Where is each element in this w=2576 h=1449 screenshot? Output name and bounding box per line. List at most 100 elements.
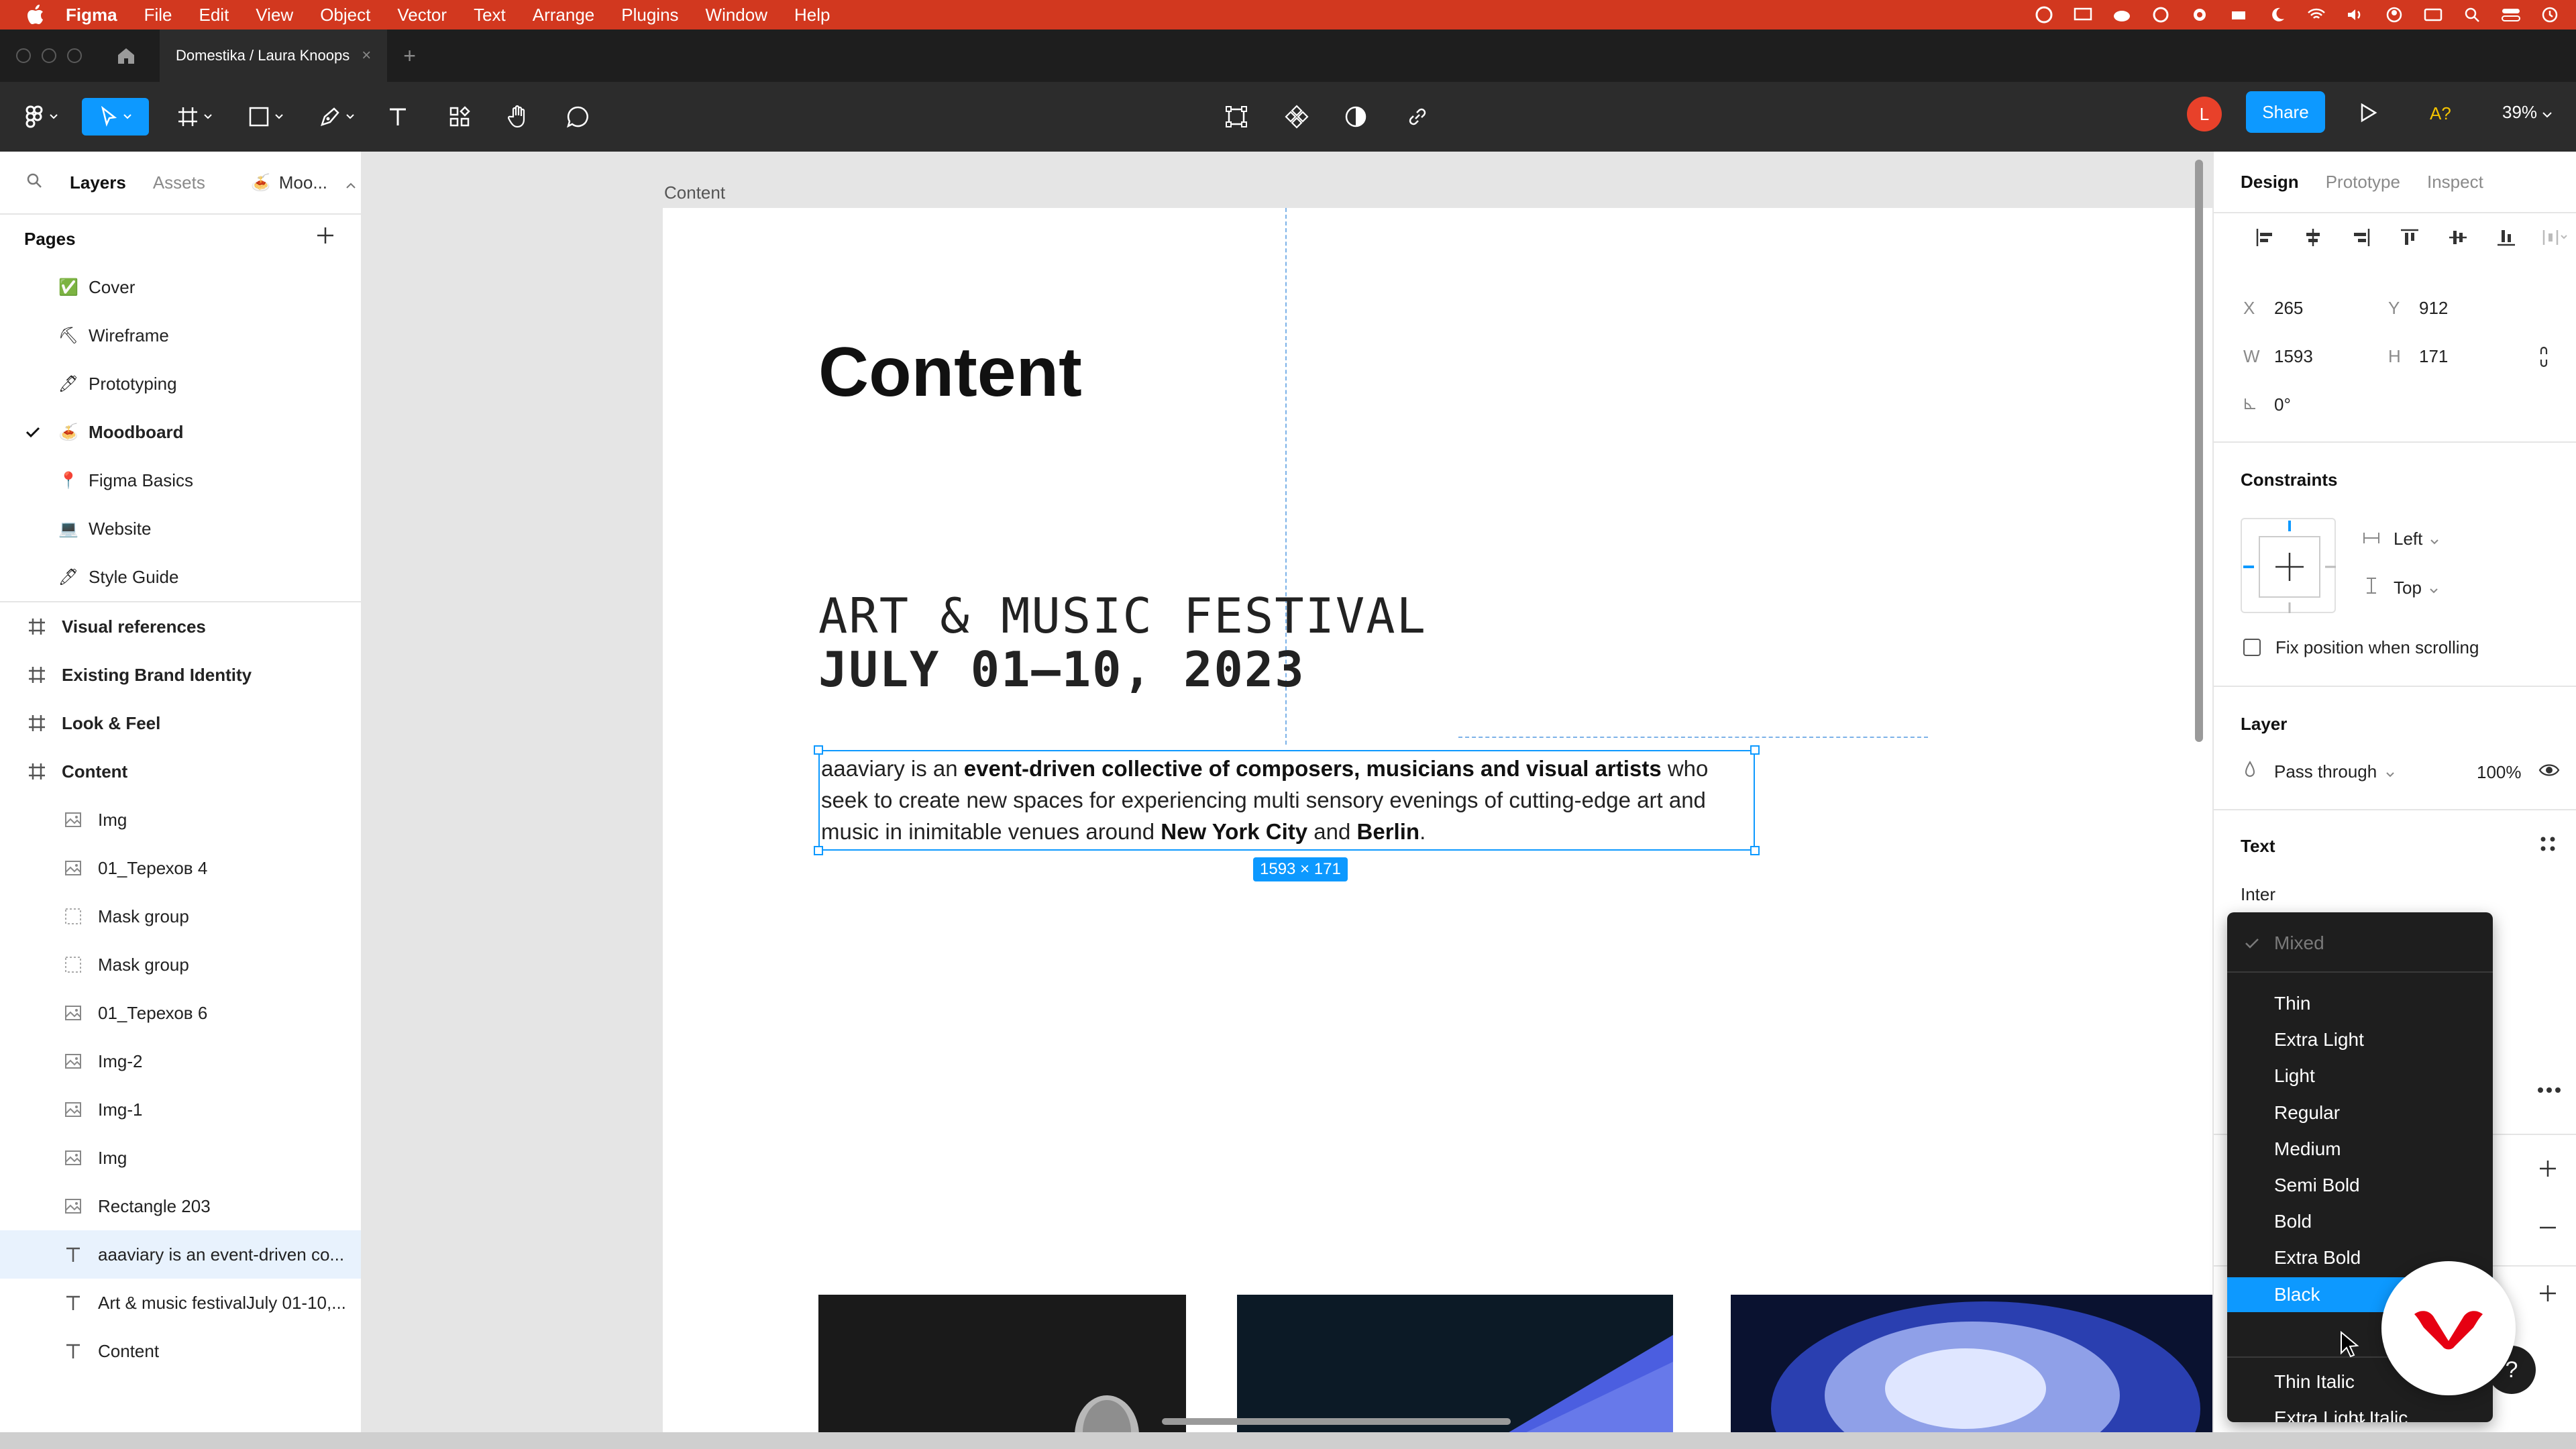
layer-item[interactable]: Content xyxy=(0,1327,361,1375)
apple-icon[interactable] xyxy=(25,5,46,25)
constraint-widget[interactable] xyxy=(2241,518,2336,613)
new-tab-button[interactable]: + xyxy=(403,44,416,68)
layer-item[interactable]: Art & music festivalJuly 01-10,... xyxy=(0,1279,361,1327)
layer-item[interactable]: Rectangle 203 xyxy=(0,1182,361,1230)
creative-cloud-icon[interactable] xyxy=(2034,5,2054,25)
printer-icon[interactable] xyxy=(2229,5,2249,25)
height-field[interactable]: H 171 xyxy=(2388,346,2448,367)
page-item[interactable]: 💻 Website xyxy=(0,504,361,553)
resize-handle[interactable] xyxy=(1750,846,1760,855)
layer-item[interactable]: Img xyxy=(0,1134,361,1182)
keyboard-icon[interactable] xyxy=(2423,5,2443,25)
font-check-indicator[interactable]: A? xyxy=(2430,103,2451,124)
horizontal-constraint-dropdown[interactable]: Left xyxy=(2363,529,2439,549)
align-bottom-icon[interactable] xyxy=(2482,219,2530,256)
weight-option[interactable]: Light xyxy=(2227,1059,2493,1093)
tab-layers[interactable]: Layers xyxy=(70,172,126,193)
resize-handle[interactable] xyxy=(1750,745,1760,755)
menu-window[interactable]: Window xyxy=(706,5,767,25)
more-options-icon[interactable] xyxy=(2537,1077,2561,1098)
layer-item[interactable]: 01_Терехов 4 xyxy=(0,844,361,892)
user-icon[interactable] xyxy=(2384,5,2404,25)
page-item[interactable]: ⛏ Wireframe xyxy=(0,311,361,360)
zoom-dropdown[interactable]: 39% xyxy=(2502,102,2552,123)
menu-figma[interactable]: Figma xyxy=(66,5,117,25)
layer-item[interactable]: Mask group xyxy=(0,892,361,941)
menu-arrange[interactable]: Arrange xyxy=(533,5,595,25)
volume-icon[interactable] xyxy=(2345,5,2365,25)
remove-fill-icon[interactable] xyxy=(2538,1218,2557,1242)
menu-vector[interactable]: Vector xyxy=(397,5,447,25)
document-tab[interactable]: Domestika / Laura Knoops × xyxy=(160,30,388,82)
align-middle-icon[interactable] xyxy=(2434,219,2482,256)
x-field[interactable]: X 265 xyxy=(2243,298,2303,319)
layer-item[interactable]: Look & Feel xyxy=(0,699,361,747)
menu-text[interactable]: Text xyxy=(474,5,506,25)
menu-plugins[interactable]: Plugins xyxy=(621,5,678,25)
resize-handle[interactable] xyxy=(814,846,823,855)
page-item[interactable]: 🖊 Prototyping xyxy=(0,360,361,408)
page-item[interactable]: 🖊 Style Guide xyxy=(0,553,361,601)
cloud-icon[interactable] xyxy=(2112,5,2132,25)
weight-option[interactable]: Thin xyxy=(2227,986,2493,1021)
layer-item[interactable]: Img-2 xyxy=(0,1037,361,1085)
align-right-icon[interactable] xyxy=(2337,219,2385,256)
tab-assets[interactable]: Assets xyxy=(153,172,205,193)
weight-option[interactable]: Semi Bold xyxy=(2227,1168,2493,1203)
layer-item[interactable]: Img xyxy=(0,796,361,844)
weight-option[interactable]: Medium xyxy=(2227,1132,2493,1167)
search-icon[interactable] xyxy=(2462,5,2482,25)
fix-position-checkbox[interactable] xyxy=(2243,639,2261,656)
weight-option[interactable]: Extra Light xyxy=(2227,1022,2493,1057)
font-family-dropdown[interactable]: Inter xyxy=(2241,884,2275,905)
weight-option[interactable]: Bold xyxy=(2227,1204,2493,1239)
pen-tool[interactable] xyxy=(310,98,364,136)
align-center-icon[interactable] xyxy=(2289,219,2337,256)
opacity-value[interactable]: 100% xyxy=(2477,762,2522,783)
sync-icon[interactable] xyxy=(2151,5,2171,25)
selected-text-layer[interactable]: aaaviary is an event-driven collective o… xyxy=(818,750,1755,851)
scroll-down-icon[interactable] xyxy=(2355,1409,2365,1422)
close-window-button[interactable] xyxy=(16,48,31,63)
tab-prototype[interactable]: Prototype xyxy=(2326,172,2400,193)
image-thumbnail[interactable] xyxy=(1731,1295,2212,1432)
mask-icon[interactable] xyxy=(1339,98,1373,136)
distribute-icon[interactable] xyxy=(2530,219,2576,256)
eye-icon[interactable] xyxy=(2538,762,2560,783)
home-icon[interactable] xyxy=(113,42,140,69)
vertical-scrollbar[interactable] xyxy=(2195,160,2203,742)
avatar[interactable]: L xyxy=(2187,97,2222,131)
menu-view[interactable]: View xyxy=(256,5,293,25)
control-center-icon[interactable] xyxy=(2501,5,2521,25)
menu-edit[interactable]: Edit xyxy=(199,5,229,25)
page-item[interactable]: ✅ Cover xyxy=(0,263,361,311)
layer-item[interactable]: Content xyxy=(0,747,361,796)
blend-mode-dropdown[interactable]: Pass through xyxy=(2243,760,2394,783)
minimize-window-button[interactable] xyxy=(42,48,56,63)
play-icon[interactable] xyxy=(2358,102,2378,127)
close-tab-icon[interactable]: × xyxy=(362,46,371,65)
weight-option-mixed[interactable]: Mixed xyxy=(2227,926,2493,961)
layer-item[interactable]: Visual references xyxy=(0,602,361,651)
zoom-window-button[interactable] xyxy=(67,48,82,63)
canvas[interactable]: Content Content ART & MUSIC FESTIVAL JUL… xyxy=(364,152,2212,1432)
vertical-constraint-dropdown[interactable]: Top xyxy=(2363,577,2438,599)
festival-dates[interactable]: JULY 01–10, 2023 xyxy=(818,641,1305,698)
gear-icon[interactable] xyxy=(2190,5,2210,25)
width-field[interactable]: W 1593 xyxy=(2243,346,2313,367)
share-button[interactable]: Share xyxy=(2246,91,2325,133)
text-tool[interactable] xyxy=(381,98,415,136)
constrain-proportions-icon[interactable] xyxy=(2537,345,2551,374)
moon-icon[interactable] xyxy=(2267,5,2288,25)
resize-handle[interactable] xyxy=(814,745,823,755)
add-stroke-icon[interactable] xyxy=(2538,1284,2557,1307)
y-field[interactable]: Y 912 xyxy=(2388,298,2448,319)
menu-help[interactable]: Help xyxy=(794,5,830,25)
component-icon[interactable] xyxy=(1280,98,1313,136)
add-fill-icon[interactable] xyxy=(2538,1159,2557,1183)
align-left-icon[interactable] xyxy=(2241,219,2289,256)
move-tool[interactable] xyxy=(82,98,149,136)
align-top-icon[interactable] xyxy=(2385,219,2434,256)
tab-inspect[interactable]: Inspect xyxy=(2427,172,2483,193)
weight-option[interactable]: Regular xyxy=(2227,1095,2493,1130)
